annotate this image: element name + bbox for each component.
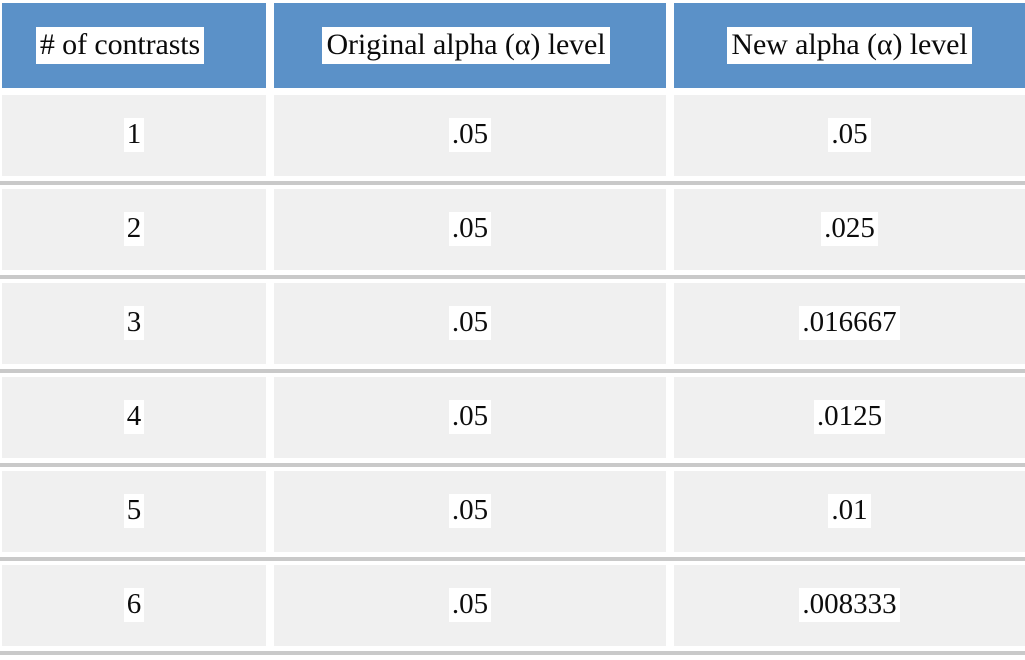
column-header-contrasts: # of contrasts bbox=[0, 0, 270, 91]
cell-original-alpha-box: .05 bbox=[274, 282, 666, 370]
column-header-original-alpha: Original alpha (α) level bbox=[270, 0, 670, 91]
cell-contrasts-value: 2 bbox=[123, 211, 145, 247]
cell-new-alpha-box: .0125 bbox=[674, 376, 1025, 464]
cell-original-alpha-box: .05 bbox=[274, 188, 666, 276]
cell-original-alpha: .05 bbox=[270, 185, 670, 279]
cell-original-alpha-value: .05 bbox=[448, 493, 492, 529]
cell-new-alpha-box: .016667 bbox=[674, 282, 1025, 370]
cell-contrasts-box: 5 bbox=[2, 470, 266, 558]
cell-contrasts: 1 bbox=[0, 91, 270, 185]
cell-original-alpha: .05 bbox=[270, 561, 670, 655]
cell-new-alpha: .025 bbox=[670, 185, 1025, 279]
cell-original-alpha: .05 bbox=[270, 279, 670, 373]
cell-new-alpha: .016667 bbox=[670, 279, 1025, 373]
table-row: 6 .05 .008333 bbox=[0, 561, 1025, 655]
bonferroni-alpha-table-container: # of contrasts Original alpha (α) level … bbox=[0, 0, 1025, 660]
table-row: 3 .05 .016667 bbox=[0, 279, 1025, 373]
cell-contrasts-value: 4 bbox=[123, 399, 145, 435]
cell-contrasts-box: 1 bbox=[2, 94, 266, 182]
cell-new-alpha-box: .008333 bbox=[674, 564, 1025, 652]
cell-contrasts-box: 3 bbox=[2, 282, 266, 370]
cell-original-alpha-value: .05 bbox=[448, 399, 492, 435]
bonferroni-alpha-table: # of contrasts Original alpha (α) level … bbox=[0, 0, 1025, 655]
cell-new-alpha-box: .01 bbox=[674, 470, 1025, 558]
cell-contrasts-value: 6 bbox=[123, 587, 145, 623]
table-row: 5 .05 .01 bbox=[0, 467, 1025, 561]
cell-original-alpha-value: .05 bbox=[448, 587, 492, 623]
cell-new-alpha: .0125 bbox=[670, 373, 1025, 467]
cell-contrasts-value: 3 bbox=[123, 305, 145, 341]
column-header-original-alpha-cell: Original alpha (α) level bbox=[274, 3, 666, 88]
cell-contrasts-box: 2 bbox=[2, 188, 266, 276]
cell-original-alpha-box: .05 bbox=[274, 376, 666, 464]
cell-new-alpha: .008333 bbox=[670, 561, 1025, 655]
cell-new-alpha-value: .01 bbox=[828, 493, 871, 529]
cell-new-alpha: .01 bbox=[670, 467, 1025, 561]
cell-original-alpha-value: .05 bbox=[448, 305, 492, 341]
cell-contrasts: 5 bbox=[0, 467, 270, 561]
column-header-new-alpha-label: New alpha (α) level bbox=[727, 27, 972, 64]
cell-contrasts: 6 bbox=[0, 561, 270, 655]
cell-new-alpha-value: .016667 bbox=[799, 305, 900, 341]
table-row: 1 .05 .05 bbox=[0, 91, 1025, 185]
cell-original-alpha: .05 bbox=[270, 91, 670, 185]
cell-new-alpha-box: .025 bbox=[674, 188, 1025, 276]
table-row: 4 .05 .0125 bbox=[0, 373, 1025, 467]
cell-original-alpha-value: .05 bbox=[448, 211, 492, 247]
table-header-row: # of contrasts Original alpha (α) level … bbox=[0, 0, 1025, 91]
cell-original-alpha: .05 bbox=[270, 467, 670, 561]
cell-contrasts-value: 1 bbox=[123, 117, 145, 153]
column-header-contrasts-cell: # of contrasts bbox=[2, 3, 266, 88]
cell-original-alpha: .05 bbox=[270, 373, 670, 467]
column-header-original-alpha-label: Original alpha (α) level bbox=[322, 27, 610, 64]
cell-new-alpha-box: .05 bbox=[674, 94, 1025, 182]
cell-original-alpha-box: .05 bbox=[274, 564, 666, 652]
cell-new-alpha-value: .008333 bbox=[799, 587, 900, 623]
cell-new-alpha-value: .0125 bbox=[813, 399, 886, 435]
column-header-contrasts-label: # of contrasts bbox=[35, 27, 205, 64]
cell-original-alpha-box: .05 bbox=[274, 470, 666, 558]
cell-original-alpha-box: .05 bbox=[274, 94, 666, 182]
column-header-new-alpha: New alpha (α) level bbox=[670, 0, 1025, 91]
table-row: 2 .05 .025 bbox=[0, 185, 1025, 279]
cell-contrasts-value: 5 bbox=[123, 493, 145, 529]
table-body: 1 .05 .05 2 .05 .025 3 .05 .016667 4 .05… bbox=[0, 91, 1025, 655]
table-header: # of contrasts Original alpha (α) level … bbox=[0, 0, 1025, 91]
cell-new-alpha-value: .05 bbox=[828, 117, 871, 153]
cell-original-alpha-value: .05 bbox=[448, 117, 492, 153]
cell-contrasts: 2 bbox=[0, 185, 270, 279]
column-header-new-alpha-cell: New alpha (α) level bbox=[674, 3, 1025, 88]
cell-contrasts-box: 6 bbox=[2, 564, 266, 652]
cell-contrasts: 3 bbox=[0, 279, 270, 373]
cell-contrasts-box: 4 bbox=[2, 376, 266, 464]
cell-new-alpha-value: .025 bbox=[821, 211, 878, 247]
cell-contrasts: 4 bbox=[0, 373, 270, 467]
cell-new-alpha: .05 bbox=[670, 91, 1025, 185]
